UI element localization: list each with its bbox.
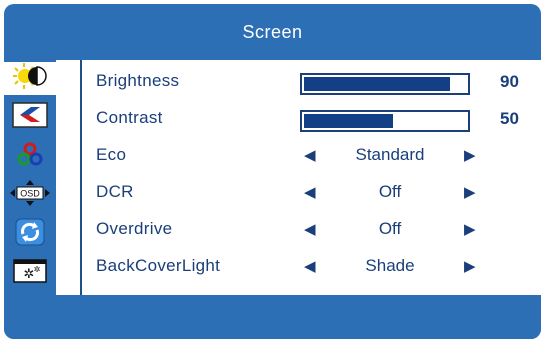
dcr-option-value[interactable]: Off <box>322 182 458 202</box>
dcr-right-arrow-icon[interactable]: ▶ <box>464 183 476 203</box>
tab-brightness[interactable] <box>4 62 56 95</box>
reset-refresh-icon <box>10 218 50 251</box>
eco-right-arrow-icon[interactable]: ▶ <box>464 146 476 166</box>
color-image-icon <box>10 101 50 134</box>
color-balance-icon <box>10 140 50 173</box>
sidebar-strip: OSD ✲ ✲ <box>4 60 56 295</box>
backcoverlight-option-value[interactable]: Shade <box>322 256 458 276</box>
svg-text:✲: ✲ <box>34 265 41 274</box>
eco-option-value[interactable]: Standard <box>322 145 458 165</box>
row-contrast[interactable]: Contrast 50 <box>82 101 541 138</box>
eco-left-arrow-icon[interactable]: ◀ <box>304 146 316 166</box>
contrast-value: 50 <box>500 109 519 128</box>
dcr-left-arrow-icon[interactable]: ◀ <box>304 183 316 203</box>
brightness-slider[interactable] <box>300 73 470 95</box>
sidebar: OSD ✲ ✲ <box>4 60 80 295</box>
brightness-value: 90 <box>500 72 519 91</box>
tab-osd[interactable]: OSD <box>7 179 53 212</box>
backcoverlight-label: BackCoverLight <box>96 256 221 275</box>
menu-title: Screen <box>242 21 303 42</box>
overdrive-label: Overdrive <box>96 219 173 238</box>
contrast-slider-fill <box>304 114 393 128</box>
row-dcr[interactable]: DCR ◀ Off ▶ <box>82 175 541 212</box>
brightness-slider-fill <box>304 77 450 91</box>
osd-menu: Screen OSD ✲ ✲ Brightness 90 Contrast 50… <box>4 4 541 339</box>
misc-settings-icon: ✲ ✲ <box>10 257 50 290</box>
overdrive-option-value[interactable]: Off <box>322 219 458 239</box>
brightness-sun-icon <box>10 62 50 95</box>
row-backcoverlight[interactable]: BackCoverLight ◀ Shade ▶ <box>82 249 541 286</box>
overdrive-right-arrow-icon[interactable]: ▶ <box>464 220 476 240</box>
backcoverlight-right-arrow-icon[interactable]: ▶ <box>464 257 476 277</box>
backcoverlight-left-arrow-icon[interactable]: ◀ <box>304 257 316 277</box>
osd-settings-icon: OSD <box>8 179 52 212</box>
overdrive-left-arrow-icon[interactable]: ◀ <box>304 220 316 240</box>
tab-reset[interactable] <box>7 218 53 251</box>
row-eco[interactable]: Eco ◀ Standard ▶ <box>82 138 541 175</box>
dcr-label: DCR <box>96 182 134 201</box>
brightness-label: Brightness <box>96 71 180 90</box>
footer-bar <box>4 295 541 339</box>
tab-image[interactable] <box>7 101 53 134</box>
eco-label: Eco <box>96 145 127 164</box>
osd-tag-text: OSD <box>20 189 40 199</box>
contrast-label: Contrast <box>96 108 163 127</box>
tab-color[interactable] <box>7 140 53 173</box>
row-overdrive[interactable]: Overdrive ◀ Off ▶ <box>82 212 541 249</box>
row-brightness[interactable]: Brightness 90 <box>82 64 541 101</box>
contrast-slider[interactable] <box>300 110 470 132</box>
tab-misc[interactable]: ✲ ✲ <box>7 257 53 290</box>
settings-panel: Brightness 90 Contrast 50 Eco ◀ Standard… <box>82 60 541 295</box>
